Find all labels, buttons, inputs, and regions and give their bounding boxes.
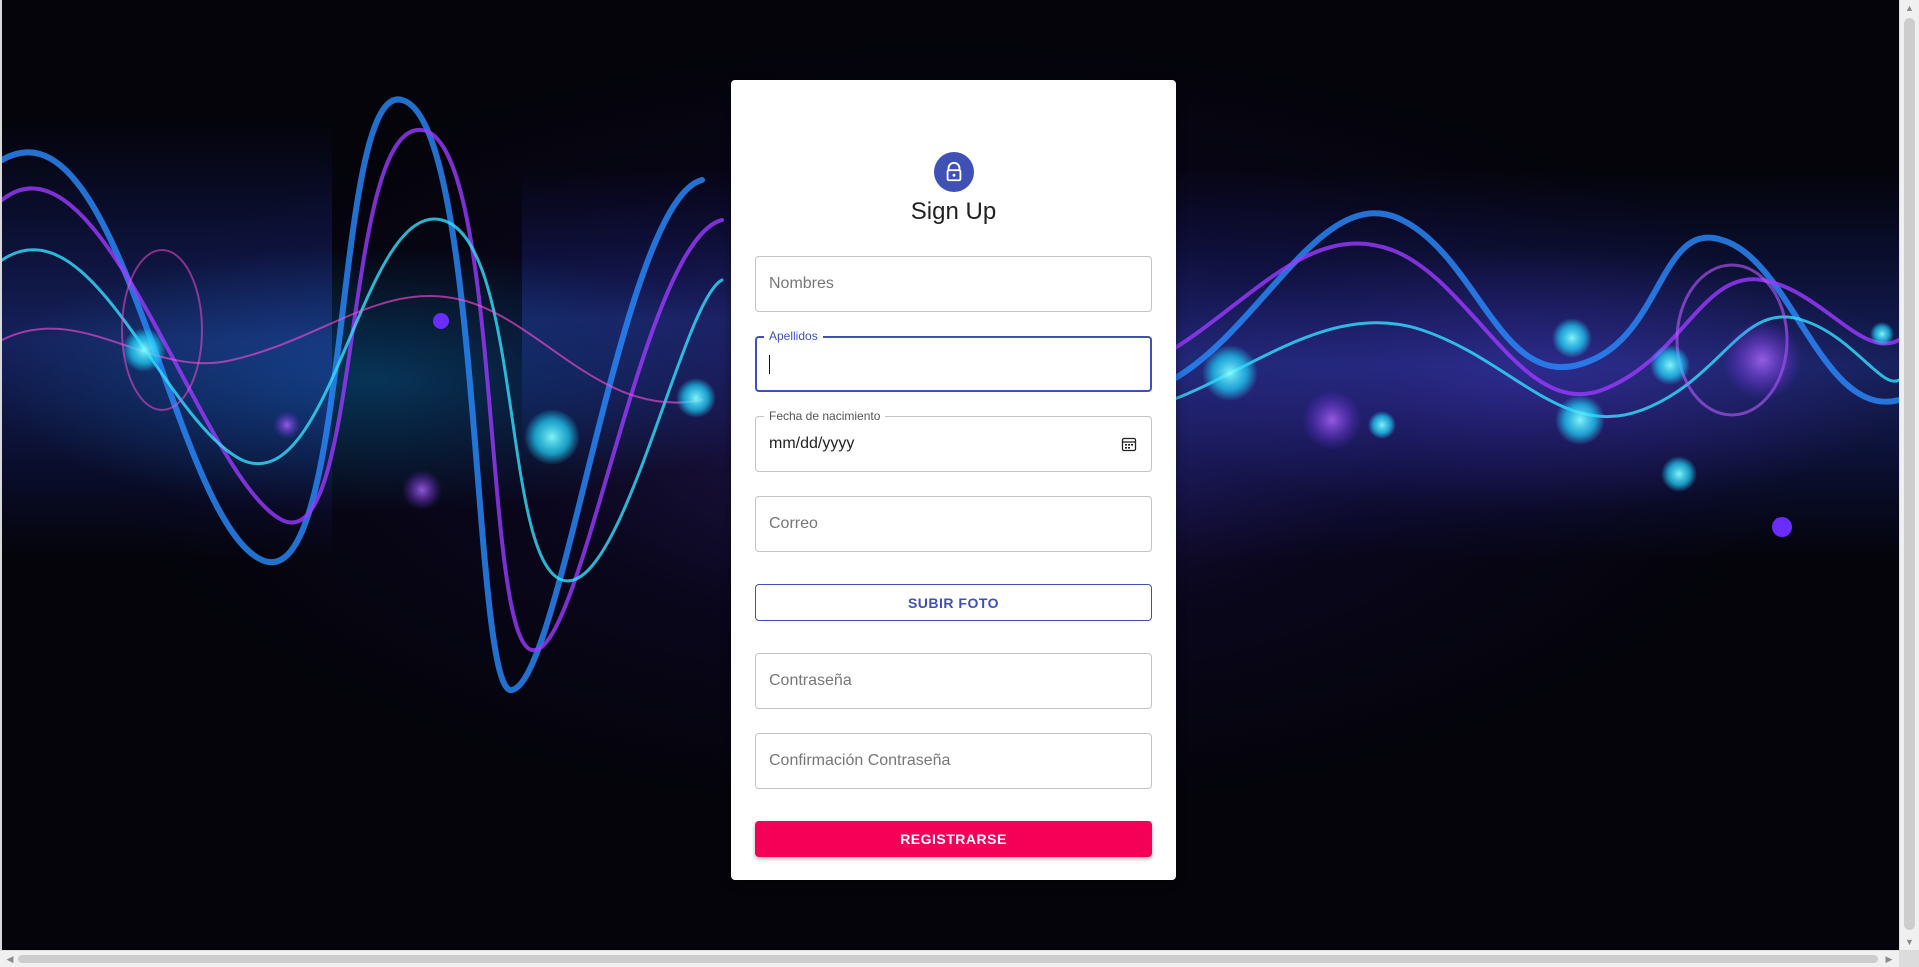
scroll-left-arrow-icon[interactable]: ◀: [2, 951, 18, 967]
first-name-field[interactable]: Nombres: [755, 256, 1152, 312]
lock-icon: [946, 162, 962, 182]
birth-date-field[interactable]: Fecha de nacimiento mm/dd/yyyy: [755, 409, 1152, 472]
email-field[interactable]: Correo: [755, 496, 1152, 552]
password-confirm-label: Confirmación Contraseña: [769, 752, 951, 769]
password-field[interactable]: Contraseña: [755, 653, 1152, 709]
horizontal-scroll-thumb[interactable]: [18, 955, 1878, 963]
birth-date-placeholder: mm/dd/yyyy: [769, 435, 855, 452]
horizontal-scrollbar[interactable]: ◀ ▶: [0, 950, 1899, 967]
scrollbar-corner: [1899, 950, 1919, 967]
password-label: Contraseña: [769, 672, 852, 689]
scroll-down-arrow-icon[interactable]: ▼: [1900, 934, 1919, 950]
vertical-scroll-thumb[interactable]: [1904, 18, 1915, 930]
upload-photo-button[interactable]: SUBIR FOTO: [755, 584, 1152, 621]
email-label: Correo: [769, 515, 818, 532]
last-name-field[interactable]: Apellidos: [755, 329, 1152, 392]
page-title: Sign Up: [910, 198, 997, 225]
password-confirm-field[interactable]: Confirmación Contraseña: [755, 733, 1152, 789]
calendar-icon[interactable]: [1121, 436, 1137, 452]
first-name-label: Nombres: [769, 275, 834, 292]
page-viewport: Sign Up Nombres Apellidos Fecha de nacim…: [2, 0, 1899, 950]
scroll-up-arrow-icon[interactable]: ▲: [1900, 0, 1919, 16]
avatar: [934, 152, 974, 192]
scroll-right-arrow-icon[interactable]: ▶: [1881, 951, 1897, 967]
text-caret: [769, 355, 770, 374]
vertical-scrollbar[interactable]: ▲ ▼: [1899, 0, 1919, 950]
birth-date-label: Fecha de nacimiento: [764, 409, 886, 423]
signup-card: Sign Up Nombres Apellidos Fecha de nacim…: [731, 80, 1176, 880]
last-name-label: Apellidos: [764, 329, 823, 343]
register-button[interactable]: REGISTRARSE: [755, 821, 1152, 857]
